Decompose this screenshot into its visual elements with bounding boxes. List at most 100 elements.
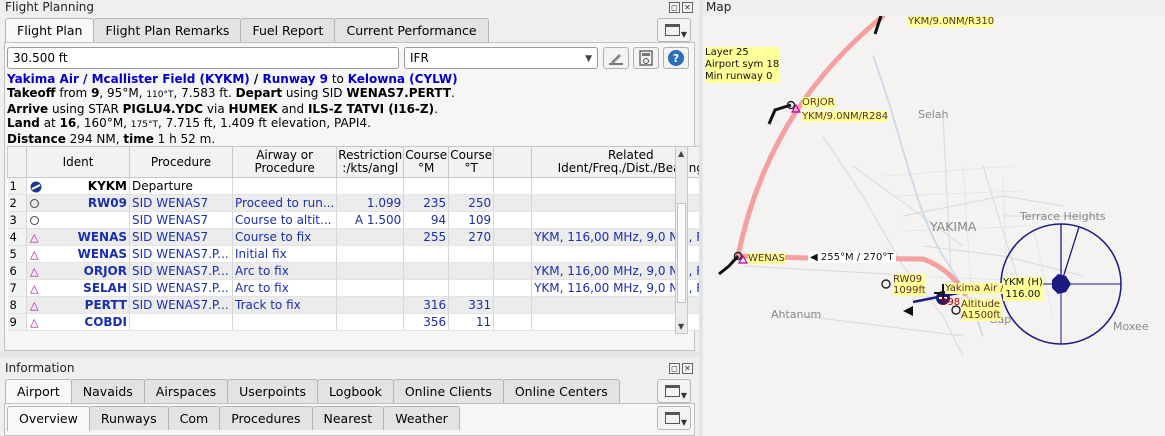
subtab-nearest[interactable]: Nearest <box>311 406 385 430</box>
ident-header[interactable]: Ident <box>26 146 130 178</box>
procedure-cell[interactable]: SID WENAS7.P... <box>129 245 233 263</box>
airway-cell[interactable]: Proceed to run... <box>232 194 338 212</box>
table-row[interactable]: 3 SID WENAS7 Course to altit... A 1.500 94 10… <box>7 211 731 229</box>
spacer-cell <box>493 245 533 263</box>
cruise-altitude-field[interactable]: 30.500 ft <box>7 47 399 69</box>
subtab-overview[interactable]: Overview <box>7 406 90 431</box>
land-line: Land at 16, 160°M, 175°T, 7.715 ft, 1.40… <box>7 116 371 130</box>
flight-rules-select[interactable]: IFR ▼ <box>404 47 598 69</box>
airway-cell[interactable]: Initial fix <box>232 245 338 263</box>
menu-icon <box>665 412 680 424</box>
close-icon[interactable]: ✕ <box>682 363 693 374</box>
map-splitter[interactable] <box>699 0 703 436</box>
edit-route-button[interactable] <box>603 47 629 69</box>
ident-cell[interactable]: △ COBDI <box>26 313 130 331</box>
float-icon[interactable]: ◻ <box>669 363 680 374</box>
tab-airport[interactable]: Airport <box>5 379 72 404</box>
table-row[interactable]: 1 KYKM Departure <box>7 177 731 195</box>
procedure-cell[interactable]: SID WENAS7.P... <box>129 279 233 297</box>
subtab-procedures[interactable]: Procedures <box>219 406 313 430</box>
tab-current-performance[interactable]: Current Performance <box>334 18 489 42</box>
ident-cell[interactable] <box>26 211 130 229</box>
tab-airspaces[interactable]: Airspaces <box>143 379 229 403</box>
procedure-cell[interactable]: SID WENAS7 <box>129 211 233 229</box>
table-scrollbar[interactable]: ▲ ▼ <box>675 146 688 334</box>
airway-cell[interactable] <box>232 313 338 331</box>
airport-menu-button[interactable]: ▼ <box>657 406 691 430</box>
table-row[interactable]: 9 △ COBDI 356 11 <box>7 313 731 331</box>
airway-cell[interactable]: Track to fix <box>232 296 338 314</box>
tab-online-clients[interactable]: Online Clients <box>392 379 504 403</box>
course-true-cell <box>448 262 495 280</box>
ident-cell[interactable]: △ WENAS <box>26 245 130 263</box>
airway-cell[interactable]: Arc to fix <box>232 279 338 297</box>
table-row[interactable]: 2 RW09 SID WENAS7 Proceed to run... 1.099 235… <box>7 194 731 212</box>
close-icon[interactable]: ✕ <box>682 2 693 13</box>
flight-plan-table[interactable]: Ident Procedure Airway or Procedure Rest… <box>7 146 731 331</box>
float-icon[interactable]: ◻ <box>669 2 680 13</box>
ident-cell[interactable]: KYKM <box>26 177 130 195</box>
table-row[interactable]: 6 △ ORJOR SID WENAS7.P... Arc to fix YKM, 116… <box>7 262 731 280</box>
scrollbar-thumb[interactable] <box>677 203 686 303</box>
departure-airport-link[interactable]: Yakima Air / Mcallister Field (KYKM) <box>7 72 250 86</box>
chevron-down-icon: ▼ <box>585 54 592 64</box>
procedure-cell[interactable]: Departure <box>129 177 233 195</box>
tab-userpoints[interactable]: Userpoints <box>227 379 319 403</box>
waypoint-label-orjor-radial: YKM/9.0NM/R284 <box>802 111 889 122</box>
course-magnetic-header[interactable]: Course °M <box>403 146 450 178</box>
table-row[interactable]: 4 △ WENAS SID WENAS7 Course to fix 255 270 YKM,… <box>7 228 731 246</box>
tab-flight-plan[interactable]: Flight Plan <box>5 18 95 43</box>
tab-navaids[interactable]: Navaids <box>70 379 145 403</box>
tab-online-centers[interactable]: Online Centers <box>502 379 620 403</box>
subtab-runways[interactable]: Runways <box>88 406 169 430</box>
procedure-header[interactable]: Procedure <box>129 146 233 178</box>
procedure-cell[interactable] <box>129 313 233 331</box>
restriction-cell[interactable] <box>336 279 405 297</box>
information-menu-button[interactable]: ▼ <box>657 379 691 403</box>
ident-cell[interactable]: △ WENAS <box>26 228 130 246</box>
table-row[interactable]: 7 △ SELAH SID WENAS7.P... Arc to fix YKM, 116… <box>7 279 731 297</box>
subtab-weather[interactable]: Weather <box>383 406 460 430</box>
restriction-cell[interactable] <box>336 245 405 263</box>
tab-logbook[interactable]: Logbook <box>317 379 394 403</box>
destination-airport-link[interactable]: Kelowna (CYLW) <box>348 72 458 86</box>
spacer-cell <box>493 228 533 246</box>
ident-cell[interactable]: RW09 <box>26 194 130 212</box>
restriction-cell[interactable] <box>336 313 405 331</box>
calculator-button[interactable] <box>633 47 659 69</box>
course-true-header[interactable]: Course °T <box>448 146 495 178</box>
procedure-cell[interactable]: SID WENAS7 <box>129 228 233 246</box>
restriction-cell[interactable] <box>336 177 405 195</box>
tab-flight-plan-remarks[interactable]: Flight Plan Remarks <box>93 18 242 42</box>
airway-cell[interactable]: Course to altit... <box>232 211 338 229</box>
help-button[interactable]: ? <box>663 47 689 69</box>
map-view[interactable]: Layer 25 Airport sym 18 Min runway 0 YKM… <box>703 16 1165 436</box>
scroll-up-icon[interactable]: ▲ <box>678 149 684 158</box>
ident-cell[interactable]: △ PERTT <box>26 296 130 314</box>
ident-cell[interactable]: △ ORJOR <box>26 262 130 280</box>
runway-label: RW09 1099ft <box>893 274 926 296</box>
subtab-com[interactable]: Com <box>167 406 221 430</box>
ident-cell[interactable]: △ SELAH <box>26 279 130 297</box>
procedure-cell[interactable]: SID WENAS7.P... <box>129 296 233 314</box>
help-icon: ? <box>668 50 684 66</box>
table-row[interactable]: 5 △ WENAS SID WENAS7.P... Initial fix <box>7 245 731 263</box>
airway-cell[interactable] <box>232 177 338 195</box>
airway-cell[interactable]: Course to fix <box>232 228 338 246</box>
restriction-cell[interactable] <box>336 228 405 246</box>
procedure-cell[interactable]: SID WENAS7 <box>129 194 233 212</box>
restriction-cell[interactable] <box>336 262 405 280</box>
restriction-cell[interactable] <box>336 296 405 314</box>
airway-header[interactable]: Airway or Procedure <box>231 146 338 178</box>
flight-planning-menu-button[interactable]: ▼ <box>657 18 691 42</box>
tab-fuel-report[interactable]: Fuel Report <box>240 18 336 42</box>
procedure-cell[interactable]: SID WENAS7.P... <box>129 262 233 280</box>
restriction-header[interactable]: Restriction :/kts/angl <box>336 146 405 178</box>
restriction-cell[interactable]: A 1.500 <box>336 211 405 229</box>
scroll-down-icon[interactable]: ▼ <box>678 322 684 331</box>
runway-link[interactable]: Runway 9 <box>263 72 329 86</box>
table-row[interactable]: 8 △ PERTT SID WENAS7.P... Track to fix 316 331 <box>7 296 731 314</box>
restriction-cell[interactable]: 1.099 <box>336 194 405 212</box>
airway-cell[interactable]: Arc to fix <box>232 262 338 280</box>
dock-splitter[interactable] <box>0 351 700 357</box>
